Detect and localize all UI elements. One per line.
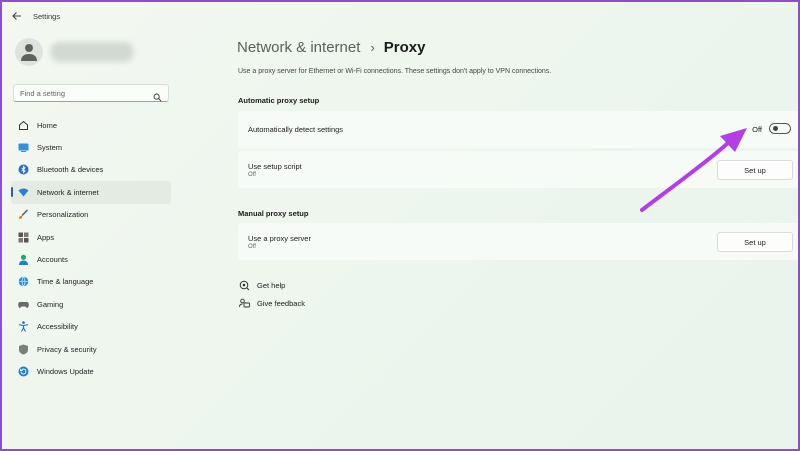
app-title: Settings — [33, 12, 61, 21]
sidebar-item-label: Home — [37, 120, 58, 130]
sidebar-item-label: Apps — [37, 232, 55, 242]
back-arrow-icon[interactable] — [11, 10, 25, 24]
sidebar-item-time-language[interactable]: Time & language — [11, 271, 171, 293]
sidebar-item-gaming[interactable]: Gaming — [11, 293, 171, 315]
breadcrumb-separator: › — [370, 39, 375, 55]
sidebar-item-network[interactable]: Network & internet — [11, 181, 171, 204]
card-auto-detect: Automatically detect settings Off — [238, 111, 798, 148]
sidebar-item-label: System — [37, 143, 63, 153]
sidebar-item-label: Time & language — [37, 277, 94, 287]
breadcrumb-parent[interactable]: Network & internet — [237, 39, 360, 56]
section-title-automatic: Automatic proxy setup — [238, 96, 320, 105]
proxy-server-setup-button[interactable]: Set up — [717, 232, 793, 252]
sidebar-item-label: Bluetooth & devices — [37, 165, 104, 175]
card-setup-script: Use setup script Off Set up — [238, 151, 798, 188]
give-feedback-link[interactable]: Give feedback — [239, 298, 305, 309]
sidebar-item-bluetooth[interactable]: Bluetooth & devices — [11, 159, 171, 181]
search-input[interactable] — [20, 88, 150, 99]
setup-script-button[interactable]: Set up — [717, 160, 793, 180]
proxy-server-label: Use a proxy server — [248, 234, 311, 243]
sidebar-item-system[interactable]: System — [11, 136, 171, 158]
sidebar-item-apps[interactable]: Apps — [11, 226, 171, 248]
search-box[interactable] — [13, 84, 169, 102]
sidebar-item-privacy[interactable]: Privacy & security — [11, 338, 171, 360]
breadcrumb: Network & internet › Proxy — [237, 36, 425, 58]
update-icon — [18, 366, 29, 377]
sidebar-item-label: Windows Update — [37, 366, 94, 376]
profile-name-redacted — [50, 42, 134, 62]
proxy-server-status: Off — [248, 244, 256, 250]
settings-window: Settings Home System Bluetoo — [0, 0, 800, 451]
sidebar-item-label: Accessibility — [37, 322, 78, 332]
section-title-manual: Manual proxy setup — [238, 209, 309, 218]
sidebar-item-home[interactable]: Home — [11, 114, 171, 136]
sidebar-item-label: Gaming — [37, 299, 64, 309]
bluetooth-icon — [18, 164, 29, 175]
globe-clock-icon — [18, 276, 29, 287]
sidebar-item-accessibility[interactable]: Accessibility — [11, 316, 171, 338]
sidebar-item-accounts[interactable]: Accounts — [11, 248, 171, 270]
system-icon — [18, 142, 29, 153]
auto-detect-label: Automatically detect settings — [248, 125, 344, 134]
accounts-icon — [18, 254, 29, 266]
avatar[interactable] — [15, 38, 43, 66]
feedback-icon — [239, 298, 250, 309]
get-help-link[interactable]: Get help — [239, 280, 285, 291]
card-proxy-server: Use a proxy server Off Set up — [238, 223, 798, 260]
sidebar-item-personalization[interactable]: Personalization — [11, 204, 171, 226]
home-icon — [18, 120, 29, 131]
shield-icon — [18, 344, 29, 355]
setup-script-status: Off — [248, 172, 256, 178]
title-bar: Settings — [2, 2, 798, 32]
brush-icon — [18, 209, 29, 220]
page-description: Use a proxy server for Ethernet or Wi-Fi… — [238, 68, 552, 75]
auto-detect-state: Off — [752, 125, 762, 134]
wifi-icon — [18, 187, 29, 198]
give-feedback-label: Give feedback — [257, 299, 305, 308]
page-title: Proxy — [383, 38, 426, 56]
setup-script-label: Use setup script — [248, 162, 302, 171]
auto-detect-toggle[interactable] — [769, 123, 791, 134]
sidebar-nav: Home System Bluetooth & devices Network … — [11, 114, 171, 383]
gamepad-icon — [18, 299, 29, 310]
accessibility-icon — [18, 321, 29, 332]
sidebar-item-label: Privacy & security — [37, 344, 97, 354]
apps-icon — [18, 232, 29, 243]
sidebar-item-label: Accounts — [37, 255, 68, 265]
get-help-label: Get help — [257, 281, 286, 290]
search-icon[interactable] — [153, 89, 162, 107]
sidebar-item-label: Personalization — [37, 210, 89, 220]
help-chat-icon — [239, 280, 250, 291]
sidebar-item-label: Network & internet — [37, 187, 99, 197]
sidebar-item-windows-update[interactable]: Windows Update — [11, 360, 171, 382]
